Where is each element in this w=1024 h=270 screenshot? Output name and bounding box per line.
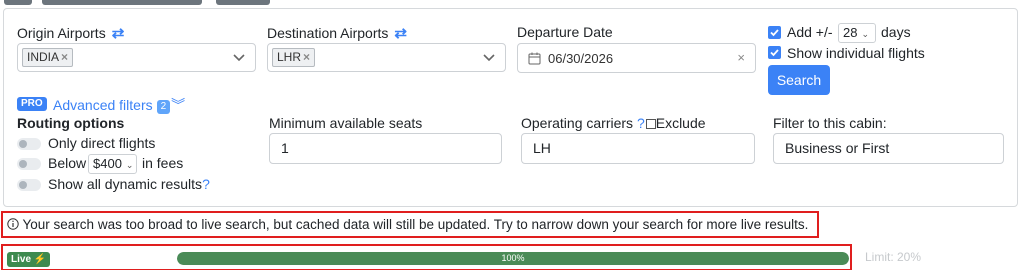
- exclude-checkbox[interactable]: [645, 119, 656, 129]
- advanced-filters-link[interactable]: Advanced filters 2 ︾: [53, 95, 185, 115]
- show-individual-checkbox[interactable]: [768, 46, 781, 59]
- search-panel: Origin Airports ⇄ INDIA × Destination Airp…: [3, 8, 1018, 207]
- chevron-down-icon: ⌄: [861, 29, 870, 39]
- filter-count-badge: 2: [156, 100, 171, 114]
- broad-search-notice: Your search was too broad to live search…: [1, 211, 819, 238]
- chevron-down-icon[interactable]: [481, 49, 497, 65]
- direct-flights-toggle[interactable]: [17, 138, 41, 150]
- pro-badge: PRO: [17, 97, 47, 111]
- min-seats-label: Minimum available seats: [269, 115, 423, 131]
- destination-chip: LHR ×: [272, 48, 316, 67]
- progress-track: 100%: [177, 252, 849, 265]
- search-button[interactable]: Search: [768, 65, 830, 95]
- top-tab-3[interactable]: [216, 0, 270, 5]
- live-badge: Live ⚡: [7, 252, 51, 267]
- destination-select[interactable]: LHR ×: [267, 43, 506, 72]
- departure-date-input[interactable]: 06/30/2026 ×: [517, 43, 756, 73]
- chevron-down-icon: ⌄: [125, 160, 134, 170]
- progress-fill: 100%: [177, 252, 849, 265]
- origin-label: Origin Airports ⇄: [17, 24, 125, 42]
- destination-swap-icon[interactable]: ⇄: [394, 24, 407, 42]
- departure-label: Departure Date: [517, 24, 613, 40]
- top-tab-2[interactable]: [42, 0, 202, 5]
- lightning-bolt-icon: ⚡: [33, 254, 47, 265]
- help-icon[interactable]: ?: [637, 115, 645, 131]
- origin-chip: INDIA ×: [22, 48, 74, 67]
- departure-date-value: 06/30/2026: [548, 51, 614, 66]
- limit-text: Limit: 20%: [865, 250, 922, 264]
- chevron-down-icon[interactable]: [231, 49, 247, 65]
- clear-date-icon[interactable]: ×: [737, 50, 745, 65]
- search-status-bar: Live ⚡ 100%: [1, 244, 852, 270]
- origin-select[interactable]: INDIA ×: [17, 43, 256, 72]
- chip-remove-icon[interactable]: ×: [303, 50, 310, 64]
- fee-select[interactable]: $400 ⌄: [88, 154, 137, 174]
- routing-title: Routing options: [17, 115, 125, 131]
- help-icon[interactable]: ?: [202, 176, 210, 192]
- double-chevron-down-icon[interactable]: ︾: [171, 95, 185, 115]
- notice-text: Your search was too broad to live search…: [22, 217, 809, 232]
- top-tab-1[interactable]: [4, 0, 32, 5]
- fee-limit-toggle[interactable]: [17, 158, 41, 170]
- cabin-input[interactable]: Business or First: [773, 133, 1004, 164]
- carriers-label: Operating carriers ? Exclude: [521, 115, 706, 131]
- calendar-icon: [528, 52, 541, 65]
- cabin-label: Filter to this cabin:: [773, 115, 887, 131]
- add-days-prefix: Add +/-: [787, 24, 833, 40]
- carriers-input[interactable]: LH: [521, 133, 755, 164]
- direct-flights-label: Only direct flights: [48, 135, 156, 151]
- dynamic-results-label: Show all dynamic results?: [48, 176, 210, 192]
- info-circle-icon: [7, 218, 19, 230]
- top-tab-strip: [0, 0, 300, 6]
- chip-remove-icon[interactable]: ×: [61, 50, 68, 64]
- below-prefix: Below: [48, 155, 87, 171]
- dynamic-results-toggle[interactable]: [17, 179, 41, 191]
- below-suffix: in fees: [142, 155, 184, 171]
- days-select[interactable]: 28 ⌄: [838, 23, 876, 43]
- add-days-checkbox[interactable]: [768, 26, 781, 39]
- origin-swap-icon[interactable]: ⇄: [112, 24, 125, 42]
- show-individual-label: Show individual flights: [787, 45, 925, 61]
- destination-label: Destination Airports ⇄: [267, 24, 407, 42]
- add-days-suffix: days: [881, 24, 911, 40]
- min-seats-input[interactable]: 1: [269, 133, 502, 164]
